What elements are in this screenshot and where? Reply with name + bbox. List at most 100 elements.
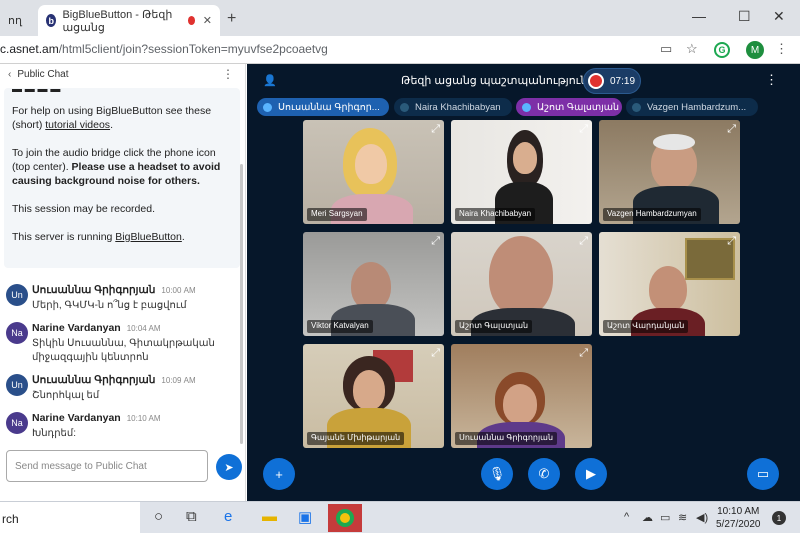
message-text: Շնորհկալ եմ xyxy=(32,390,100,401)
bigbluebutton-link[interactable]: BigBlueButton xyxy=(115,231,182,243)
video-tile[interactable]: Naira Khachibabyan ⤢ xyxy=(451,120,592,224)
new-tab-button[interactable]: + xyxy=(227,10,236,28)
recording-time: 07:19 xyxy=(610,75,636,87)
video-tile[interactable]: Սուսաննա Գրիգորյան ⤢ xyxy=(451,344,592,448)
profile-avatar[interactable]: M xyxy=(746,41,764,59)
talker-pill[interactable]: Աշոտ Գալստյան xyxy=(516,98,622,116)
video-tile[interactable]: Vazgen Hambardzumyan ⤢ xyxy=(599,120,740,224)
participant-name: Vazgen Hambardzumyan xyxy=(603,208,701,221)
chat-scrollbar[interactable] xyxy=(240,164,243,444)
message-text: Տիկին Սուսաննա, Գիտակրթական միջազգային կ… xyxy=(32,338,215,363)
chrome-taskbar-button[interactable] xyxy=(328,504,362,532)
message-text: Մերի, ԳԿՄԿ-ն ո՞նց է բացվում xyxy=(32,300,187,311)
fullscreen-icon[interactable]: ⤢ xyxy=(431,123,440,136)
chat-message: Na Narine Vardanyan 10:10 AM Խնդրեմ: xyxy=(6,412,240,448)
store-icon[interactable]: ▣ xyxy=(298,508,312,526)
send-button[interactable]: ➤ xyxy=(216,454,242,480)
video-tile[interactable]: Meri Sargsyan ⤢ xyxy=(303,120,444,224)
video-tile[interactable]: Աշոտ Վարդանյան ⤢ xyxy=(599,232,740,336)
fullscreen-icon[interactable]: ⤢ xyxy=(431,235,440,248)
close-window-button[interactable]: ✕ xyxy=(773,8,785,25)
options-menu-icon[interactable]: ⋮ xyxy=(765,72,778,88)
recording-button[interactable]: 07:19 xyxy=(583,68,641,94)
fullscreen-icon[interactable]: ⤢ xyxy=(579,123,588,136)
leave-audio-button[interactable]: ✆ xyxy=(528,458,560,490)
cortana-icon[interactable]: ○ xyxy=(154,508,163,525)
message-author: Սուսաննա Գրիգորյան 10:00 AM xyxy=(32,284,196,296)
fullscreen-icon[interactable]: ⤢ xyxy=(431,347,440,360)
welcome-message: ▬ ▬ ▬ ▬ For help on using BigBlueButton … xyxy=(4,88,240,268)
notifications-icon[interactable]: 1 xyxy=(772,511,786,525)
tab-label: ող xyxy=(8,15,22,27)
wifi-icon[interactable]: ≋ xyxy=(678,511,687,524)
plus-icon: + xyxy=(275,466,283,482)
browser-tab-inactive[interactable]: ող xyxy=(0,5,34,36)
bigbluebutton-favicon-icon: b xyxy=(46,14,57,27)
microphone-icon: 🎙 xyxy=(488,466,506,481)
star-icon[interactable]: ☆ xyxy=(686,41,698,57)
fullscreen-icon[interactable]: ⤢ xyxy=(727,235,736,248)
participant-name: Meri Sargsyan xyxy=(307,208,367,221)
cut-off-text: ▬ ▬ ▬ ▬ xyxy=(12,88,61,95)
chevron-left-icon[interactable]: ‹ xyxy=(8,69,11,80)
close-tab-icon[interactable]: ✕ xyxy=(203,14,212,27)
presentation-button[interactable]: ▭ xyxy=(747,458,779,490)
fullscreen-icon[interactable]: ⤢ xyxy=(579,347,588,360)
video-tile[interactable]: Viktor Katvalyan ⤢ xyxy=(303,232,444,336)
browser-menu-icon[interactable]: ⋮ xyxy=(775,41,788,57)
network-icon[interactable]: ▭ xyxy=(660,511,670,524)
onedrive-icon[interactable]: ☁ xyxy=(642,511,653,524)
chat-message: Un Սուսաննա Գրիգորյան 10:09 AM Շնորհկալ ե… xyxy=(6,374,240,410)
url-text[interactable]: c.asnet.am/html5client/join?sessionToken… xyxy=(0,42,328,56)
chat-options-icon[interactable]: ⋮ xyxy=(222,67,234,81)
grammarly-extension-icon[interactable]: G xyxy=(714,42,730,58)
presentation-icon: ▭ xyxy=(756,466,770,481)
tutorial-videos-link[interactable]: tutorial videos xyxy=(45,119,110,131)
tray-chevron-up-icon[interactable]: ^ xyxy=(624,511,629,523)
maximize-button[interactable]: ☐ xyxy=(738,8,751,25)
task-view-icon[interactable]: ⧉ xyxy=(186,508,197,525)
avatar: Na xyxy=(6,322,28,344)
video-camera-icon: ▶ xyxy=(586,466,596,481)
message-text: Խնդրեմ: xyxy=(32,428,76,439)
message-author: Narine Vardanyan 10:04 AM xyxy=(32,322,161,334)
cast-icon[interactable]: ▭ xyxy=(660,41,672,57)
volume-icon[interactable]: ◀) xyxy=(696,511,708,524)
participant-name: Naira Khachibabyan xyxy=(455,208,536,221)
microphone-icon xyxy=(263,102,272,112)
minimize-button[interactable]: — xyxy=(692,8,706,24)
chrome-icon xyxy=(336,509,354,527)
camera-button[interactable]: ▶ xyxy=(575,458,607,490)
chat-message: Un Սուսաննա Գրիգորյան 10:00 AM Մերի, ԳԿՄԿ… xyxy=(6,284,240,324)
microphone-button[interactable]: 🎙 xyxy=(481,458,513,490)
participant-name: Աշոտ Վարդանյան xyxy=(603,320,689,333)
video-tile[interactable]: Աշոտ Գալստյան ⤢ xyxy=(451,232,592,336)
talker-pill[interactable]: Vazgen Hambardzum... xyxy=(626,98,758,116)
fullscreen-icon[interactable]: ⤢ xyxy=(727,123,736,136)
avatar: Na xyxy=(6,412,28,434)
browser-tab-active[interactable]: b BigBlueButton - Թեզի ացանց ✕ xyxy=(38,5,220,36)
actions-button[interactable]: + xyxy=(263,458,295,490)
taskbar-clock[interactable]: 10:10 AM 5/27/2020 xyxy=(716,505,761,531)
user-list-toggle-icon[interactable]: 👤 xyxy=(263,74,277,87)
file-explorer-icon[interactable]: ▬ xyxy=(262,508,277,525)
chat-message-input[interactable]: Send message to Public Chat xyxy=(6,450,208,482)
message-author: Narine Vardanyan 10:10 AM xyxy=(32,412,161,424)
chat-title: Public Chat xyxy=(17,68,69,80)
public-chat-panel: ‹ Public Chat ⋮ ▬ ▬ ▬ ▬ For help on usin… xyxy=(0,64,246,501)
tab-label: BigBlueButton - Թեզի ացանց xyxy=(62,8,173,34)
microphone-icon xyxy=(522,102,531,112)
microphone-icon xyxy=(400,102,409,112)
talker-pill[interactable]: Naira Khachibabyan xyxy=(394,98,512,116)
address-bar[interactable]: c.asnet.am/html5client/join?sessionToken… xyxy=(0,36,800,64)
browser-tab-bar: ող b BigBlueButton - Թեզի ացանց ✕ + — ☐ … xyxy=(0,0,800,36)
message-author: Սուսաննա Գրիգորյան 10:09 AM xyxy=(32,374,196,386)
chat-message: Na Narine Vardanyan 10:04 AM Տիկին Սուսան… xyxy=(6,322,240,372)
video-tile[interactable]: Գայանե Մխիթարյան ⤢ xyxy=(303,344,444,448)
chat-header[interactable]: ‹ Public Chat ⋮ xyxy=(0,64,246,84)
talker-pill[interactable]: Սուսաննա Գրիգոր... xyxy=(257,98,389,116)
fullscreen-icon[interactable]: ⤢ xyxy=(579,235,588,248)
participant-name: Սուսաննա Գրիգորյան xyxy=(455,432,558,445)
taskbar-search-input[interactable]: rch xyxy=(0,502,140,533)
edge-icon[interactable]: e xyxy=(224,508,232,525)
